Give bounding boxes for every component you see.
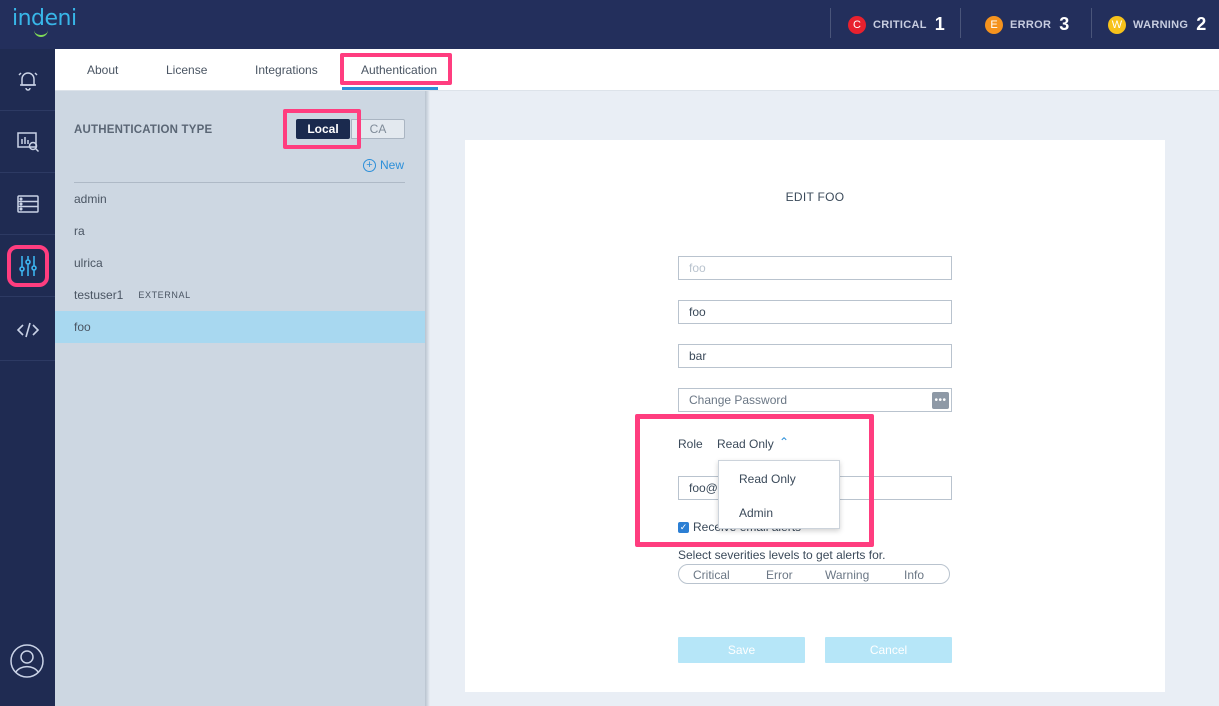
warning-icon: W [1108, 15, 1126, 34]
divider [1091, 8, 1092, 38]
settings-tabs: About License Integrations Authenticatio… [55, 49, 1219, 91]
severity-info[interactable]: Info [904, 568, 924, 582]
nav-analytics[interactable] [0, 111, 55, 173]
tab-integrations[interactable]: Integrations [255, 63, 318, 77]
user-name: admin [74, 192, 107, 206]
alerts-bell-icon [17, 71, 38, 91]
top-bar: indeni C CRITICAL 1 E ERROR 3 W WARNING … [0, 0, 1219, 49]
highlight-box [283, 109, 361, 149]
severity-error[interactable]: Error [766, 568, 793, 582]
save-button[interactable]: Save [678, 637, 805, 663]
error-label: ERROR [1010, 18, 1052, 31]
nav-alerts[interactable] [0, 49, 55, 111]
warning-count: 2 [1196, 14, 1207, 34]
error-icon: E [985, 15, 1003, 34]
user-name: ulrica [74, 256, 103, 270]
divider [960, 8, 961, 38]
new-user-button[interactable]: + New [363, 158, 404, 172]
settings-sliders-icon [6, 244, 49, 287]
nav-code[interactable] [0, 299, 55, 361]
user-list-item[interactable]: admin [55, 183, 425, 215]
logo-smile-icon [34, 30, 48, 37]
first-name-field[interactable]: foo [678, 300, 952, 324]
critical-alerts-counter[interactable]: C CRITICAL 1 [848, 0, 945, 49]
change-password-placeholder: Change Password [689, 393, 788, 407]
left-navigation [0, 49, 55, 706]
users-panel: AUTHENTICATION TYPE Local CA + New admin… [55, 91, 425, 706]
critical-count: 1 [934, 14, 945, 34]
user-name: ra [74, 224, 85, 238]
divider [830, 8, 831, 38]
indeni-logo[interactable]: indeni [12, 6, 77, 31]
edit-user-title: EDIT FOO [785, 190, 845, 204]
tab-about[interactable]: About [87, 63, 118, 77]
devices-server-icon [16, 194, 39, 213]
warning-label: WARNING [1133, 18, 1189, 31]
error-alerts-counter[interactable]: E ERROR 3 [985, 0, 1069, 49]
highlight-box [340, 53, 452, 85]
panel-shadow [425, 91, 430, 706]
change-password-field[interactable]: Change Password ••• [678, 388, 952, 412]
nav-settings[interactable] [0, 235, 55, 297]
severity-critical[interactable]: Critical [693, 568, 730, 582]
new-user-label: New [380, 158, 405, 172]
critical-label: CRITICAL [873, 18, 927, 31]
error-count: 3 [1059, 14, 1070, 34]
plus-circle-icon: + [363, 158, 376, 172]
last-name-field[interactable]: bar [678, 344, 952, 368]
username-field[interactable]: foo [678, 256, 952, 280]
severity-warning[interactable]: Warning [825, 568, 869, 582]
severity-prompt: Select severities levels to get alerts f… [678, 548, 886, 562]
analytics-monitor-icon [16, 131, 39, 152]
highlight-box [635, 414, 874, 547]
severity-selector: Critical Error Warning Info [678, 564, 950, 584]
edit-user-card: EDIT FOO foo foo bar Change Password •••… [465, 140, 1165, 692]
user-list-item-selected[interactable]: foo [55, 311, 425, 343]
user-list-item[interactable]: testuser1 EXTERNAL [55, 279, 425, 311]
authentication-type-label: AUTHENTICATION TYPE [74, 124, 213, 136]
user-name: testuser1 [74, 288, 124, 302]
external-badge: EXTERNAL [138, 290, 191, 300]
tab-license[interactable]: License [166, 63, 207, 77]
user-name: foo [74, 320, 91, 334]
more-dots-icon[interactable]: ••• [932, 392, 949, 409]
user-list-item[interactable]: ulrica [55, 247, 425, 279]
user-profile-icon[interactable] [9, 643, 45, 679]
cancel-button[interactable]: Cancel [825, 637, 952, 663]
code-icon [16, 322, 39, 337]
nav-devices[interactable] [0, 173, 55, 235]
warning-alerts-counter[interactable]: W WARNING 2 [1108, 0, 1206, 49]
user-list-item[interactable]: ra [55, 215, 425, 247]
active-tab-underline [342, 87, 438, 90]
critical-icon: C [848, 15, 866, 34]
